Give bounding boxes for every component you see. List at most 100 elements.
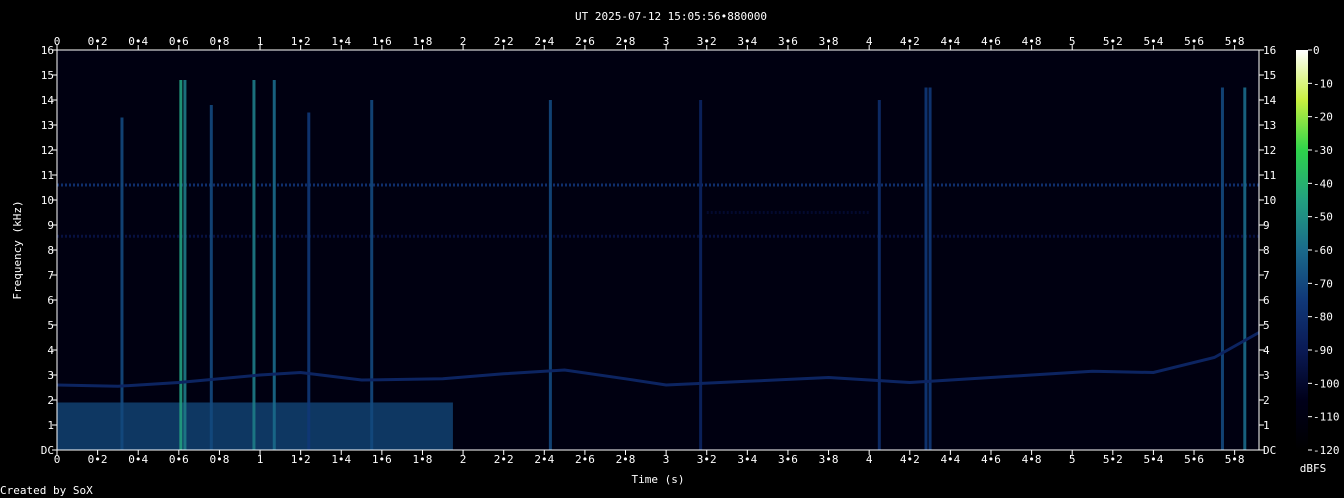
y-tick-label-right: 9 xyxy=(1263,219,1270,232)
y-tick-label-left: 8 xyxy=(47,244,54,257)
x-tick-label-bottom: 3 xyxy=(663,453,670,466)
x-tick-label-bottom: 1 xyxy=(257,453,264,466)
y-tick-label-right: 15 xyxy=(1263,69,1276,82)
x-tick-label-bottom: 4•6 xyxy=(981,453,1001,466)
x-tick-label-top: 5•2 xyxy=(1103,35,1123,48)
y-tick-label-right: 6 xyxy=(1263,294,1270,307)
colorbar xyxy=(1296,50,1308,450)
plot-area xyxy=(56,49,1260,451)
x-tick-label-bottom: 0 xyxy=(54,453,61,466)
x-tick-label-bottom: 1•4 xyxy=(331,453,351,466)
x-tick-label-top: 5•4 xyxy=(1143,35,1163,48)
y-tick-label-right: 10 xyxy=(1263,194,1276,207)
x-tick-label-top: 5 xyxy=(1069,35,1076,48)
x-tick-label-bottom: 2•6 xyxy=(575,453,595,466)
x-tick-label-top: 5•6 xyxy=(1184,35,1204,48)
y-tick-label-left: 3 xyxy=(47,369,54,382)
x-tick-label-top: 5•8 xyxy=(1225,35,1245,48)
x-tick-label-top: 3•8 xyxy=(819,35,839,48)
y-tick-label-left: 1 xyxy=(47,419,54,432)
y-tick-label-left: 11 xyxy=(41,169,54,182)
x-tick-label-bottom: 4•4 xyxy=(940,453,960,466)
x-tick-label-top: 3•2 xyxy=(697,35,717,48)
colorbar-tick-label: -20 xyxy=(1313,111,1333,124)
colorbar-tick-label: -30 xyxy=(1313,144,1333,157)
x-tick-label-top: 1•6 xyxy=(372,35,392,48)
y-tick-label-left: 15 xyxy=(41,69,54,82)
x-tick-label-top: 0•4 xyxy=(128,35,148,48)
x-tick-label-bottom: 5 xyxy=(1069,453,1076,466)
y-tick-label-left: 7 xyxy=(47,269,54,282)
y-tick-label-right: 16 xyxy=(1263,44,1276,57)
x-tick-label-bottom: 1•8 xyxy=(413,453,433,466)
y-tick-label-right: 12 xyxy=(1263,144,1276,157)
x-tick-label-top: 0•8 xyxy=(209,35,229,48)
x-tick-label-top: 4•8 xyxy=(1022,35,1042,48)
x-tick-label-bottom: 0•2 xyxy=(88,453,108,466)
x-tick-label-bottom: 2•8 xyxy=(616,453,636,466)
colorbar-tick-label: -60 xyxy=(1313,244,1333,257)
y-tick-label-right: 2 xyxy=(1263,394,1270,407)
chart-title: UT 2025-07-12 15:05:56•880000 xyxy=(575,10,767,23)
colorbar-tick-label: -120 xyxy=(1313,444,1340,457)
x-tick-label-top: 2•6 xyxy=(575,35,595,48)
colorbar-tick-label: -90 xyxy=(1313,344,1333,357)
y-tick-label-left: 4 xyxy=(47,344,54,357)
x-tick-label-top: 0•6 xyxy=(169,35,189,48)
x-tick-label-top: 1•4 xyxy=(331,35,351,48)
y-tick-label-right: 5 xyxy=(1263,319,1270,332)
x-tick-label-bottom: 3•8 xyxy=(819,453,839,466)
x-tick-label-bottom: 0•4 xyxy=(128,453,148,466)
y-tick-label-left: 9 xyxy=(47,219,54,232)
x-tick-label-bottom: 5•4 xyxy=(1143,453,1163,466)
x-tick-label-bottom: 2•4 xyxy=(534,453,554,466)
x-tick-label-top: 0 xyxy=(54,35,61,48)
x-tick-label-top: 2•8 xyxy=(616,35,636,48)
y-tick-label-left: DC xyxy=(41,444,54,457)
y-tick-label-right: 8 xyxy=(1263,244,1270,257)
y-tick-label-right: 4 xyxy=(1263,344,1270,357)
y-tick-label-left: 12 xyxy=(41,144,54,157)
y-tick-label-left: 5 xyxy=(47,319,54,332)
y-tick-label-left: 16 xyxy=(41,44,54,57)
x-axis-label: Time (s) xyxy=(632,473,685,486)
colorbar-tick-label: -10 xyxy=(1313,77,1333,90)
colorbar-tick-label: -110 xyxy=(1313,411,1340,424)
x-tick-label-bottom: 5•2 xyxy=(1103,453,1123,466)
x-tick-label-top: 4 xyxy=(866,35,873,48)
x-tick-label-top: 4•4 xyxy=(940,35,960,48)
y-tick-label-right: DC xyxy=(1263,444,1276,457)
colorbar-tick-label: -40 xyxy=(1313,177,1333,190)
spectrogram-background xyxy=(57,50,1259,450)
spectrogram-figure: UT 2025-07-12 15:05:56•880000 0 0 0•2 0•2 0•… xyxy=(0,0,1344,498)
y-tick-label-left: 14 xyxy=(41,94,55,107)
x-tick-label-top: 4•2 xyxy=(900,35,920,48)
y-tick-label-left: 13 xyxy=(41,119,54,132)
y-tick-label-right: 11 xyxy=(1263,169,1276,182)
x-tick-label-bottom: 4•2 xyxy=(900,453,920,466)
colorbar-tick-label: -50 xyxy=(1313,211,1333,224)
x-tick-label-bottom: 4•8 xyxy=(1022,453,1042,466)
x-tick-label-bottom: 5•6 xyxy=(1184,453,1204,466)
colorbar-tick-label: -70 xyxy=(1313,277,1333,290)
x-tick-label-top: 2 xyxy=(460,35,467,48)
y-tick-label-right: 1 xyxy=(1263,419,1270,432)
x-tick-label-top: 2•4 xyxy=(534,35,554,48)
y-tick-label-left: 10 xyxy=(41,194,54,207)
colorbar-tick-label: -100 xyxy=(1313,377,1340,390)
x-tick-label-bottom: 4 xyxy=(866,453,873,466)
colorbar-label: dBFS xyxy=(1300,462,1327,475)
x-tick-label-bottom: 0•8 xyxy=(209,453,229,466)
x-tick-label-top: 1 xyxy=(257,35,264,48)
x-tick-label-top: 3•6 xyxy=(778,35,798,48)
y-axis-label: Frequency (kHz) xyxy=(11,200,24,299)
x-tick-label-top: 0•2 xyxy=(88,35,108,48)
y-tick-label-right: 14 xyxy=(1263,94,1277,107)
x-tick-label-top: 1•2 xyxy=(291,35,311,48)
x-tick-label-top: 3 xyxy=(663,35,670,48)
y-tick-label-right: 7 xyxy=(1263,269,1270,282)
credit-text: Created by SoX xyxy=(0,484,93,497)
y-tick-label-right: 13 xyxy=(1263,119,1276,132)
x-tick-label-bottom: 3•6 xyxy=(778,453,798,466)
y-tick-label-left: 6 xyxy=(47,294,54,307)
